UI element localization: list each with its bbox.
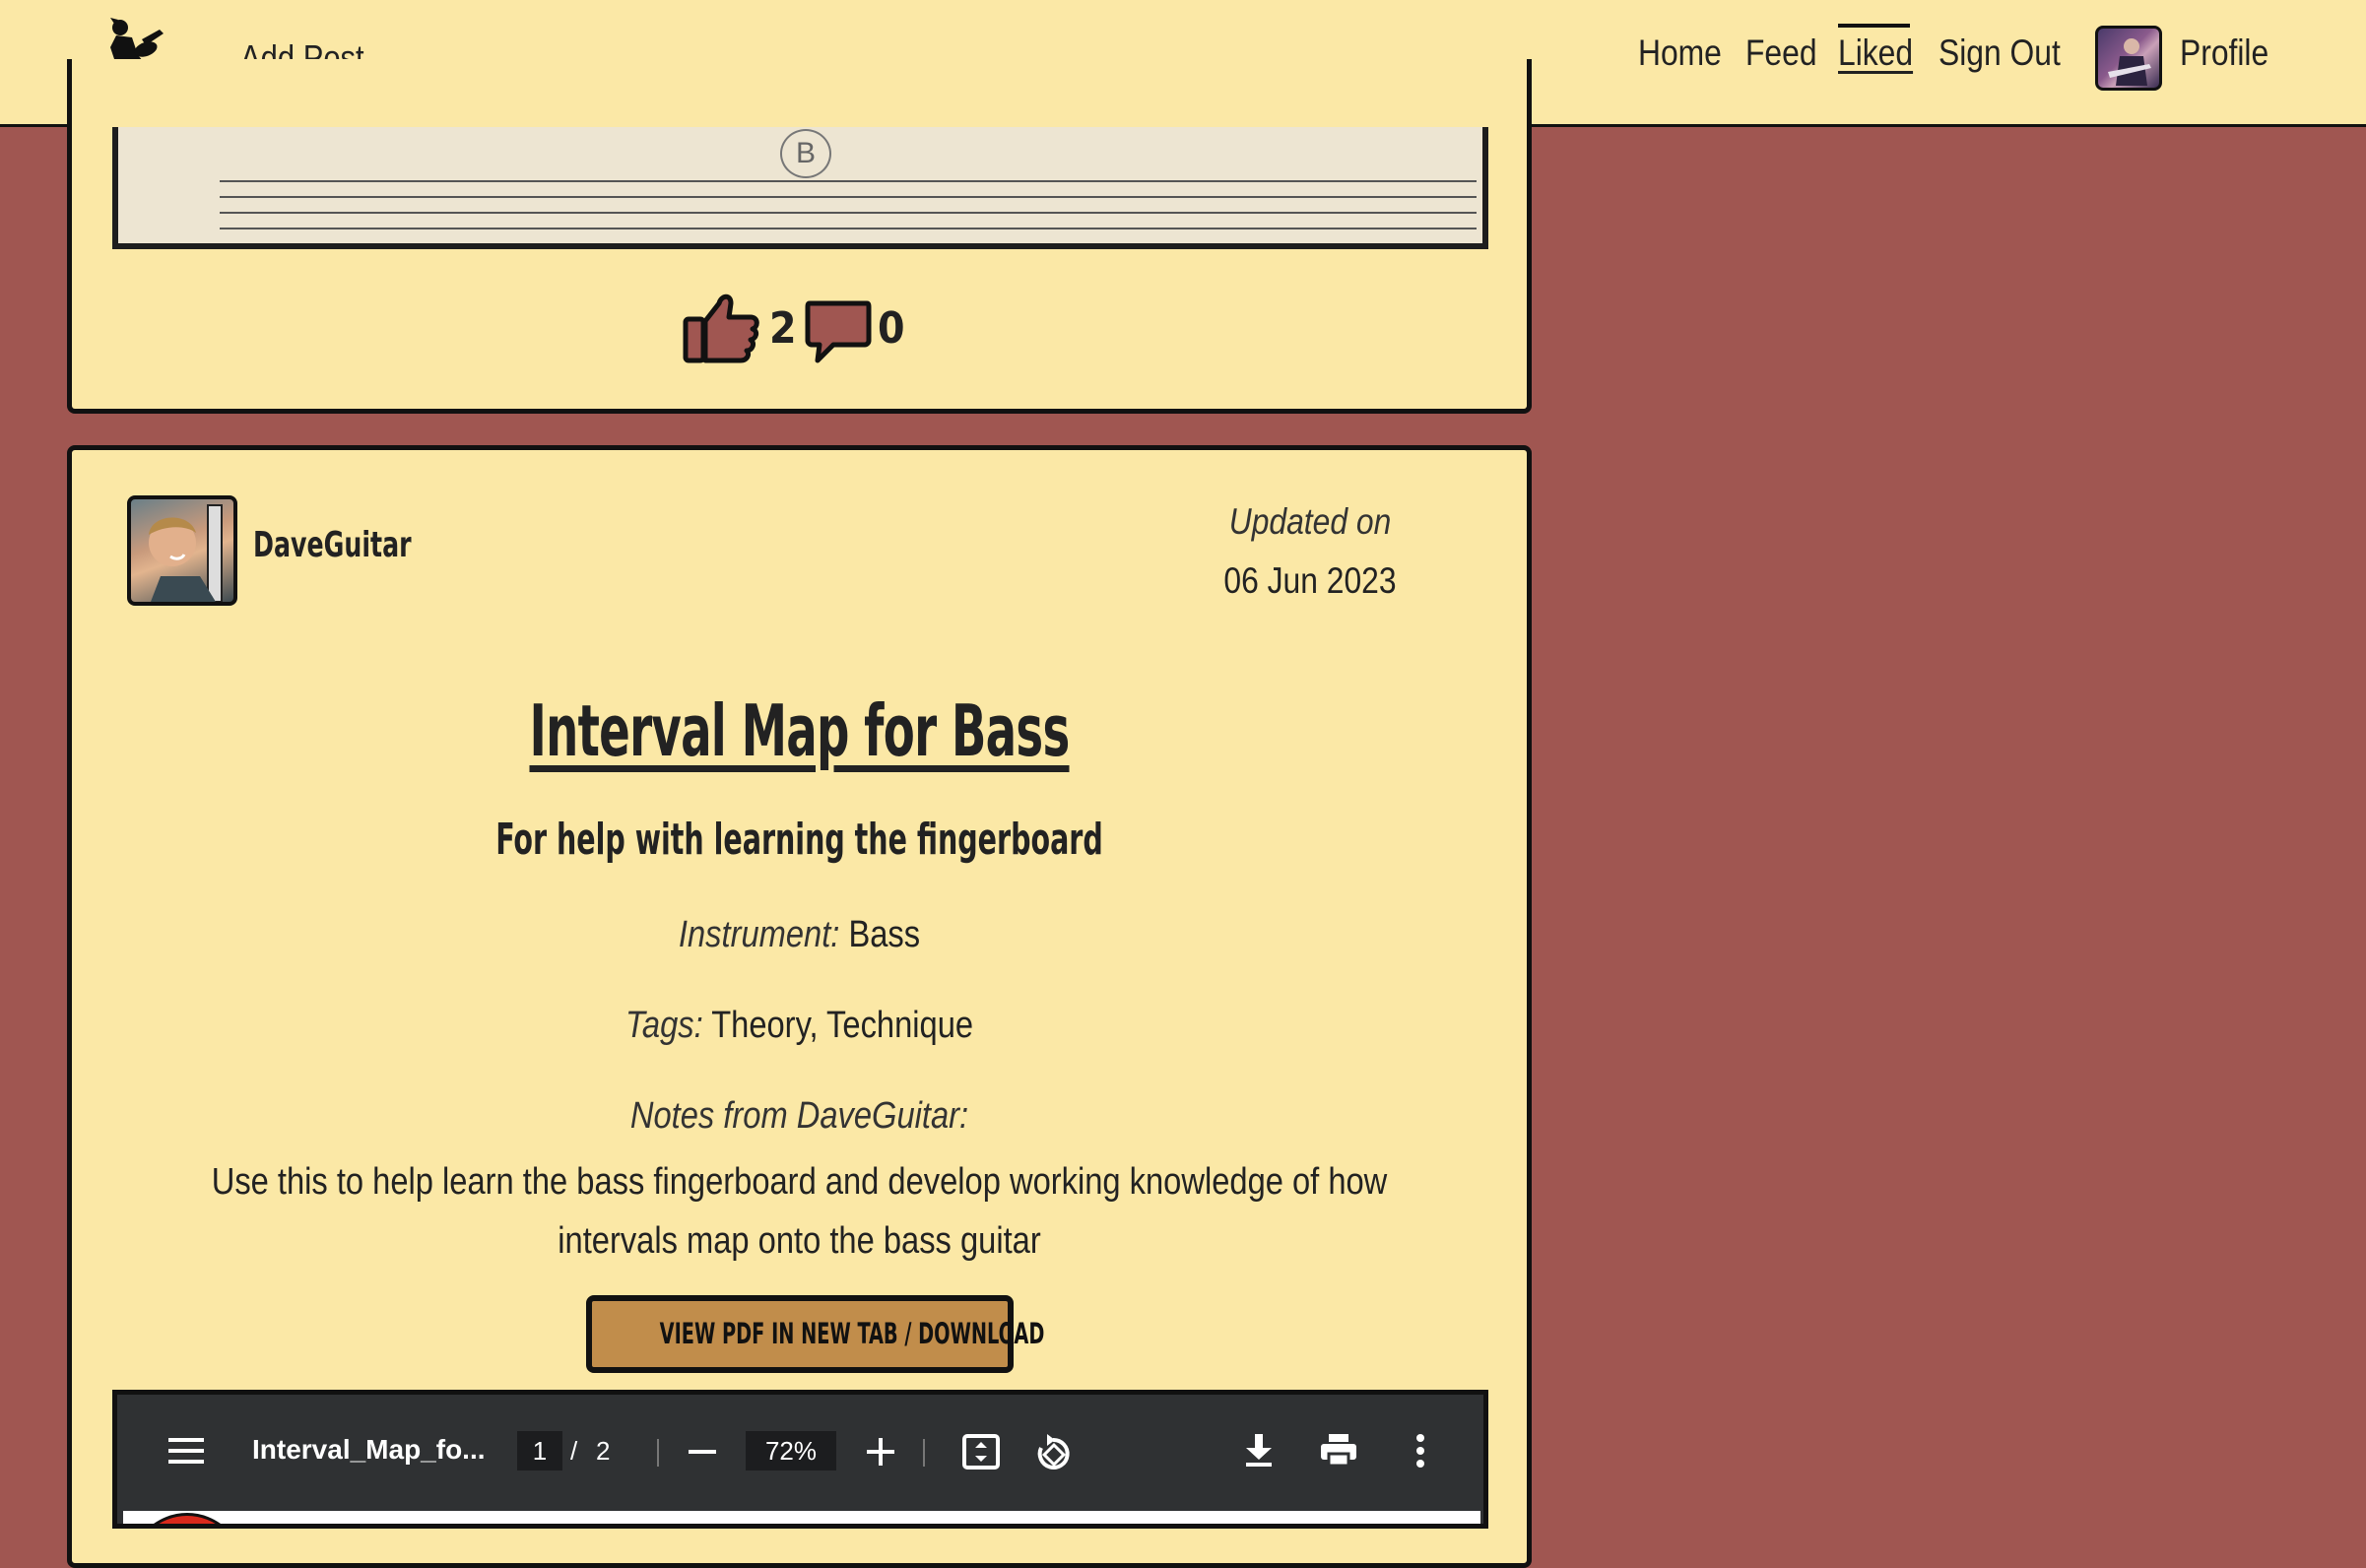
tags-label: Tags: (624, 1005, 703, 1046)
nav-profile-link[interactable]: Profile (2180, 33, 2268, 74)
thumbs-up-like-icon[interactable] (682, 292, 760, 364)
pdf-toolbar: Interval_Map_fo... 1 / 2 72% (117, 1395, 1483, 1508)
tags-value: Theory, Technique (711, 1005, 974, 1046)
author-photo-icon (149, 504, 223, 602)
notes-text: Use this to help learn the bass fingerbo… (211, 1161, 1388, 1262)
nav-feed-link[interactable]: Feed (1745, 33, 1817, 74)
nav-liked-link[interactable]: Liked (1838, 33, 1913, 74)
staff-line (220, 228, 1477, 229)
toolbar-divider (657, 1439, 659, 1467)
instrument-label: Instrument: (678, 914, 840, 955)
comment-count: 0 (878, 303, 905, 354)
page-separator: / (570, 1436, 578, 1466)
fit-to-page-icon[interactable] (962, 1434, 1000, 1470)
tags-line: Tags: Theory, Technique (169, 1005, 1429, 1047)
total-pages: 2 (596, 1436, 611, 1466)
comment-bubble-icon[interactable] (804, 299, 873, 364)
staff-line (220, 212, 1477, 214)
notes-label: Notes from DaveGuitar: (629, 1095, 969, 1137)
zoom-in-icon[interactable] (867, 1438, 894, 1466)
instrument-value: Bass (848, 914, 921, 955)
toolbar-divider (923, 1439, 925, 1467)
zoom-level-input[interactable]: 72% (746, 1431, 836, 1470)
sheet-music-preview[interactable]: B (112, 127, 1488, 249)
staff-line (220, 196, 1477, 198)
sheet-note-label: B (780, 129, 831, 178)
author-name[interactable]: DaveGuitar (253, 525, 412, 565)
rotate-icon[interactable] (1033, 1432, 1073, 1471)
more-options-icon[interactable] (1415, 1434, 1425, 1468)
profile-avatar[interactable] (2095, 26, 2162, 91)
download-icon[interactable] (1244, 1434, 1274, 1468)
nav-sign-out-link[interactable]: Sign Out (1939, 33, 2061, 74)
updated-label: Updated on (1228, 501, 1392, 542)
view-pdf-button[interactable]: VIEW PDF IN NEW TAB / DOWNLOAD (586, 1295, 1044, 1373)
menu-icon[interactable] (168, 1436, 204, 1466)
guitarist-photo-icon (2108, 38, 2151, 86)
staff-line (220, 180, 1477, 182)
post-title[interactable]: Interval Map for Bass (272, 689, 1327, 772)
page-number-input[interactable]: 1 (517, 1431, 562, 1470)
zoom-out-icon[interactable] (689, 1449, 716, 1455)
pdf-page-canvas (123, 1511, 1480, 1524)
post-subtitle: For help with learning the fingerboard (495, 815, 1103, 865)
author-avatar[interactable] (127, 495, 237, 606)
nav-home-link[interactable]: Home (1638, 33, 1722, 74)
pdf-filename: Interval_Map_fo... (252, 1434, 486, 1465)
view-pdf-button-label: VIEW PDF IN NEW TAB / DOWNLOAD (659, 1317, 1045, 1350)
active-nav-indicator (1838, 24, 1910, 28)
pdf-viewer[interactable]: Interval_Map_fo... 1 / 2 72% (112, 1390, 1488, 1529)
updated-date: 06 Jun 2023 (1223, 560, 1397, 601)
like-count: 2 (769, 303, 797, 354)
print-icon[interactable] (1321, 1434, 1356, 1468)
instrument-line: Instrument: Bass (169, 914, 1429, 956)
